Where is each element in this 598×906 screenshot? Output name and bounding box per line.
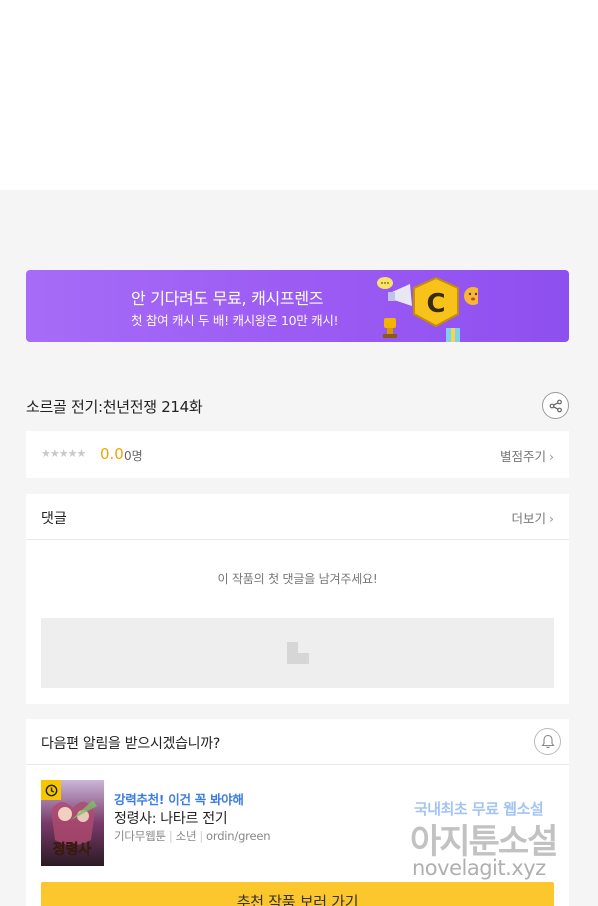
clock-icon xyxy=(45,784,57,796)
share-icon xyxy=(549,399,562,412)
notify-question: 다음편 알림을 받으시겠습니까? xyxy=(41,736,220,752)
rate-button-label: 별점주기 xyxy=(499,449,546,464)
rating-stars: ★★★★★ xyxy=(41,447,86,460)
comments-title: 댓글 xyxy=(41,511,67,527)
svg-text:C: C xyxy=(426,289,445,319)
chevron-right-icon: › xyxy=(549,449,554,464)
recommendation-category: 기다무웹툰 xyxy=(114,829,166,843)
ad-logo-icon xyxy=(287,642,309,664)
wait-free-badge xyxy=(41,780,61,800)
share-button[interactable] xyxy=(542,392,569,419)
notify-bell-button[interactable] xyxy=(534,728,561,755)
watermark-line3: novelagit.xyz xyxy=(412,856,546,880)
bell-icon xyxy=(540,734,555,749)
recommendation-title[interactable]: 정령사: 나타르 전기 xyxy=(114,808,228,828)
recommendation-genre: 소년 xyxy=(175,829,197,843)
ad-placeholder[interactable] xyxy=(41,618,554,688)
comments-more-label: 더보기 xyxy=(511,511,546,526)
rate-button[interactable]: 별점주기 › xyxy=(500,446,554,465)
rating-card: ★★★★★ 0.0 0명 별점주기 › xyxy=(26,431,569,478)
site-watermark: 국내최초 무료 웹소설 아지툰소설 novelagit.xyz xyxy=(410,798,590,888)
banner-subtitle: 첫 참여 캐시 두 배! 캐시왕은 10만 캐시! xyxy=(131,313,339,328)
comments-header: 댓글 더보기 › xyxy=(26,494,569,540)
recommendation-author: ordin/green xyxy=(206,829,271,843)
episode-title: 소르골 전기:천년전쟁 214화 xyxy=(26,398,203,416)
rating-count: 0명 xyxy=(124,449,143,463)
comments-more-button[interactable]: 더보기 › xyxy=(511,508,554,527)
cover-title: 정령사 xyxy=(53,841,92,858)
comments-empty-message: 이 작품의 첫 댓글을 남겨주세요! xyxy=(217,572,378,586)
banner-title: 안 기다려도 무료, 캐시프렌즈 xyxy=(131,289,324,308)
chevron-right-icon: › xyxy=(549,511,554,526)
banner-illustration: C xyxy=(377,276,478,342)
recommendation-thumbnail[interactable]: 정령사 xyxy=(41,780,104,866)
comments-card: 댓글 더보기 › 이 작품의 첫 댓글을 남겨주세요! xyxy=(26,494,569,704)
rating-score: 0.0 xyxy=(100,445,124,463)
notify-header: 다음편 알림을 받으시겠습니까? xyxy=(26,719,569,765)
cash-friends-banner[interactable]: 안 기다려도 무료, 캐시프렌즈 첫 참여 캐시 두 배! 캐시왕은 10만 캐… xyxy=(26,270,569,342)
recommendation-meta: 기다무웹툰 | 소년 | ordin/green xyxy=(114,829,271,843)
recommendation-tag: 강력추천! 이건 꼭 봐야해 xyxy=(114,792,244,807)
content-viewer-area xyxy=(0,0,598,190)
